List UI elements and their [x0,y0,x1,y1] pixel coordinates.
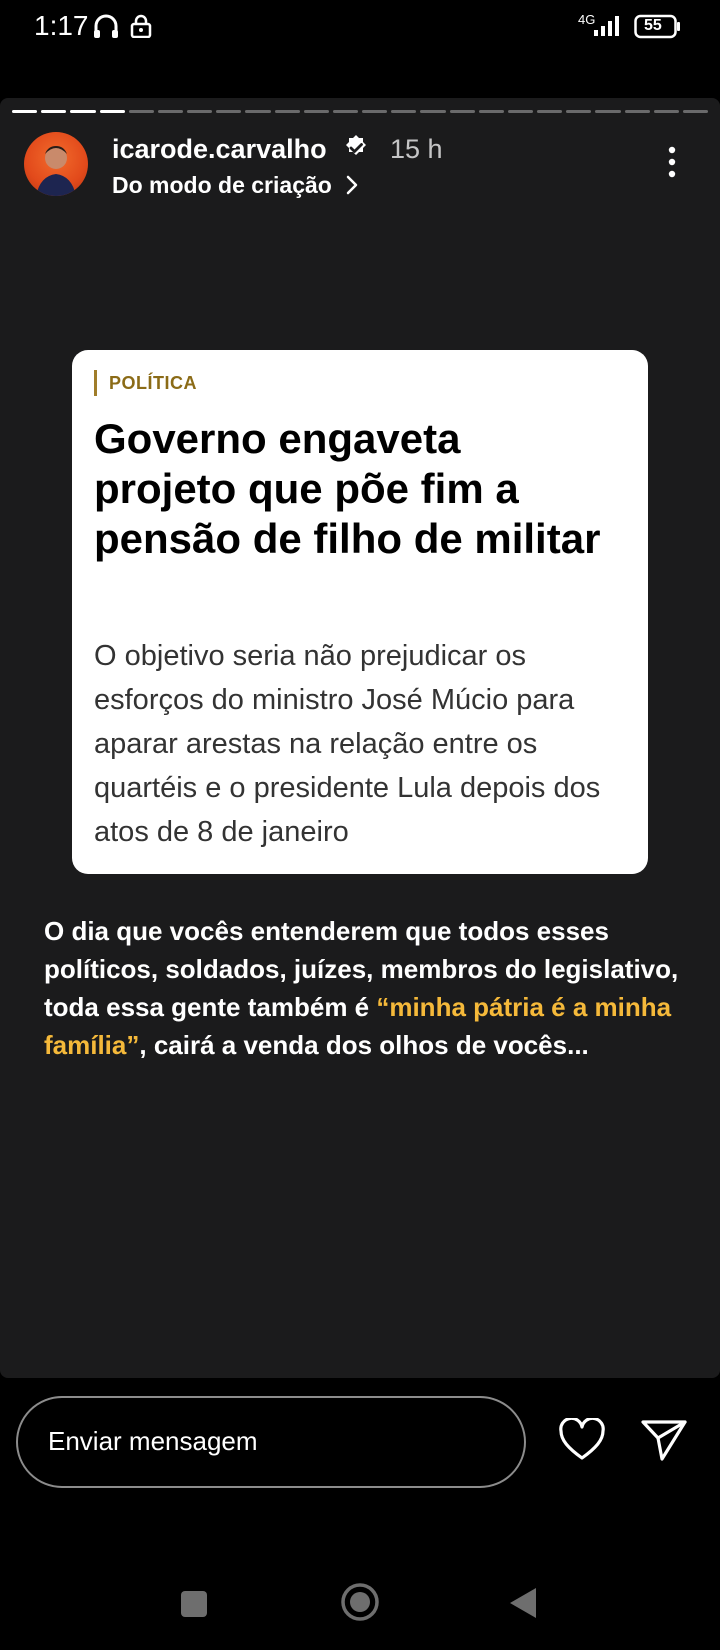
progress-segment [653,110,679,113]
battery-level: 55 [644,17,662,34]
heart-icon[interactable] [558,1416,606,1467]
news-headline: Governo engaveta projeto que põe fim a p… [94,415,601,562]
progress-segment [624,110,650,113]
avatar[interactable] [24,132,88,196]
progress-segment [507,110,534,113]
home-button[interactable] [340,1582,380,1627]
back-button[interactable] [508,1586,538,1625]
progress-segment [420,110,446,113]
story-frame[interactable]: icarode.carvalho 15 h Do modo de criação… [0,98,720,1378]
story-time: 15 h [390,134,443,164]
progress-segment [99,110,125,113]
progress-segment [362,110,388,113]
signal-icon [590,14,624,43]
recents-button[interactable] [180,1590,208,1623]
more-vertical-icon[interactable] [664,144,680,189]
progress-segment [12,110,38,113]
caption-text-end: , cairá a venda dos olhos de vocês... [139,1030,589,1060]
news-summary: O objetivo seria não prejudicar os esfor… [94,640,601,848]
progress-segment [566,110,592,113]
progress-segment [537,110,563,113]
status-time: 1:17 [34,10,89,41]
status-bar: 1:17 4G 55 [0,0,720,56]
progress-segment [274,110,300,113]
system-nav-bar [0,1560,720,1650]
progress-segment [187,110,213,113]
chevron-right-icon[interactable] [342,172,362,203]
message-placeholder: Enviar mensagem [48,1426,258,1456]
message-input[interactable]: Enviar mensagem [16,1396,526,1488]
progress-segment [303,110,329,113]
progress-segment [449,110,475,113]
progress-segment [391,110,417,113]
progress-segment [216,110,242,113]
progress-segment [70,110,96,113]
progress-segment [245,110,271,113]
progress-segment [332,110,359,113]
news-kicker: POLÍTICA [94,370,197,396]
progress-segment [157,110,184,113]
progress-segment [41,110,67,113]
headphones-icon [92,12,120,45]
story-header: icarode.carvalho 15 h Do modo de criação [0,126,720,206]
story-caption: O dia que vocês entenderem que todos ess… [44,912,684,1064]
progress-segment [128,110,154,113]
news-card: POLÍTICA Governo engaveta projeto que põ… [72,350,648,874]
story-username[interactable]: icarode.carvalho [112,134,327,165]
progress-segment [595,110,621,113]
send-icon[interactable] [640,1418,688,1467]
verified-badge-icon [342,134,370,167]
story-subtitle[interactable]: Do modo de criação [112,172,332,199]
progress-segment [478,110,504,113]
lock-icon [130,14,152,43]
progress-segment [682,110,709,113]
story-progress-bar [12,110,709,113]
